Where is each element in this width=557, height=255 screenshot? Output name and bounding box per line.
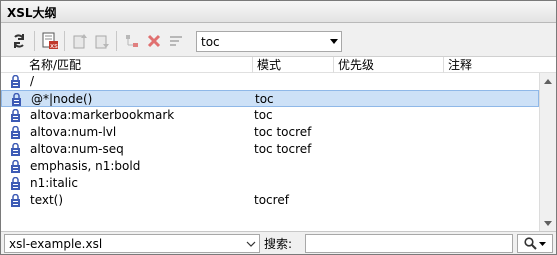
title-bar: XSL大纲 (1, 1, 556, 23)
row-mode: tocref (254, 193, 289, 207)
toolbar: xsl toc (1, 24, 556, 57)
table-row[interactable]: altova:num-lvl toc tocref (1, 124, 539, 141)
scroll-up-icon[interactable] (540, 73, 556, 89)
row-match: altova:num-seq (30, 142, 124, 156)
template-properties-icon[interactable]: xsl (40, 31, 60, 51)
refresh-icon[interactable] (9, 31, 29, 51)
table-row[interactable]: / (1, 73, 539, 90)
table-row[interactable]: text() tocref (1, 192, 539, 209)
footer-bar: xsl-example.xsl 搜索: (1, 231, 556, 254)
row-match: n1:italic (30, 176, 78, 190)
lock-icon (11, 75, 20, 88)
search-label: 搜索: (264, 237, 293, 251)
search-icon (524, 237, 537, 250)
move-up-icon[interactable] (70, 31, 90, 51)
row-match: text() (30, 193, 64, 207)
lock-icon (11, 143, 20, 156)
row-match: emphasis, n1:bold (30, 159, 141, 173)
file-select[interactable]: xsl-example.xsl (4, 234, 260, 253)
search-input[interactable] (305, 234, 513, 253)
search-button[interactable] (517, 234, 553, 253)
toolbar-separator (34, 31, 35, 51)
chevron-down-icon[interactable] (327, 32, 341, 51)
xsl-outline-window: XSL大纲 xsl toc 名称/匹配 模式 优先级 注释 / @*|node(… (0, 0, 557, 255)
chevron-down-icon[interactable] (245, 235, 257, 252)
svg-text:xsl: xsl (50, 42, 59, 50)
table-row[interactable]: emphasis, n1:bold (1, 158, 539, 175)
column-header: 名称/匹配 模式 优先级 注释 (1, 57, 556, 73)
toolbar-separator (64, 31, 65, 51)
lock-icon (11, 194, 20, 207)
vertical-scrollbar[interactable] (539, 73, 556, 231)
table-row[interactable]: n1:italic (1, 175, 539, 192)
file-select-value: xsl-example.xsl (9, 237, 103, 251)
sort-icon[interactable] (166, 31, 186, 51)
table-row-selected[interactable]: @*|node() toc (1, 90, 539, 107)
row-mode: toc (255, 92, 274, 106)
tree-icon[interactable] (122, 31, 142, 51)
scroll-down-icon[interactable] (540, 215, 556, 231)
row-match: / (30, 74, 35, 88)
row-mode: toc (254, 108, 273, 122)
lock-icon (11, 177, 20, 190)
chevron-down-icon (539, 241, 546, 246)
lock-icon (12, 93, 21, 106)
lock-icon (11, 109, 20, 122)
row-match: altova:num-lvl (30, 125, 117, 139)
move-down-icon[interactable] (92, 31, 112, 51)
column-header-comment[interactable]: 注释 (443, 57, 539, 73)
row-mode: toc tocref (254, 142, 312, 156)
table-row[interactable]: altova:markerbookmark toc (1, 107, 539, 124)
column-header-mode[interactable]: 模式 (252, 57, 333, 73)
lock-icon (11, 160, 20, 173)
template-list: / @*|node() toc altova:markerbookmark to… (1, 73, 539, 231)
column-header-priority[interactable]: 优先级 (333, 57, 443, 73)
row-mode: toc tocref (254, 125, 312, 139)
toolbar-separator (116, 31, 117, 51)
table-row[interactable]: altova:num-seq toc tocref (1, 141, 539, 158)
window-title: XSL大纲 (7, 6, 57, 20)
mode-select[interactable]: toc (196, 31, 342, 52)
column-header-name[interactable]: 名称/匹配 (25, 57, 252, 73)
row-match: @*|node() (31, 92, 93, 106)
row-match: altova:markerbookmark (30, 108, 175, 122)
lock-icon (11, 126, 20, 139)
delete-icon[interactable] (144, 31, 164, 51)
mode-select-value: toc (201, 35, 220, 49)
